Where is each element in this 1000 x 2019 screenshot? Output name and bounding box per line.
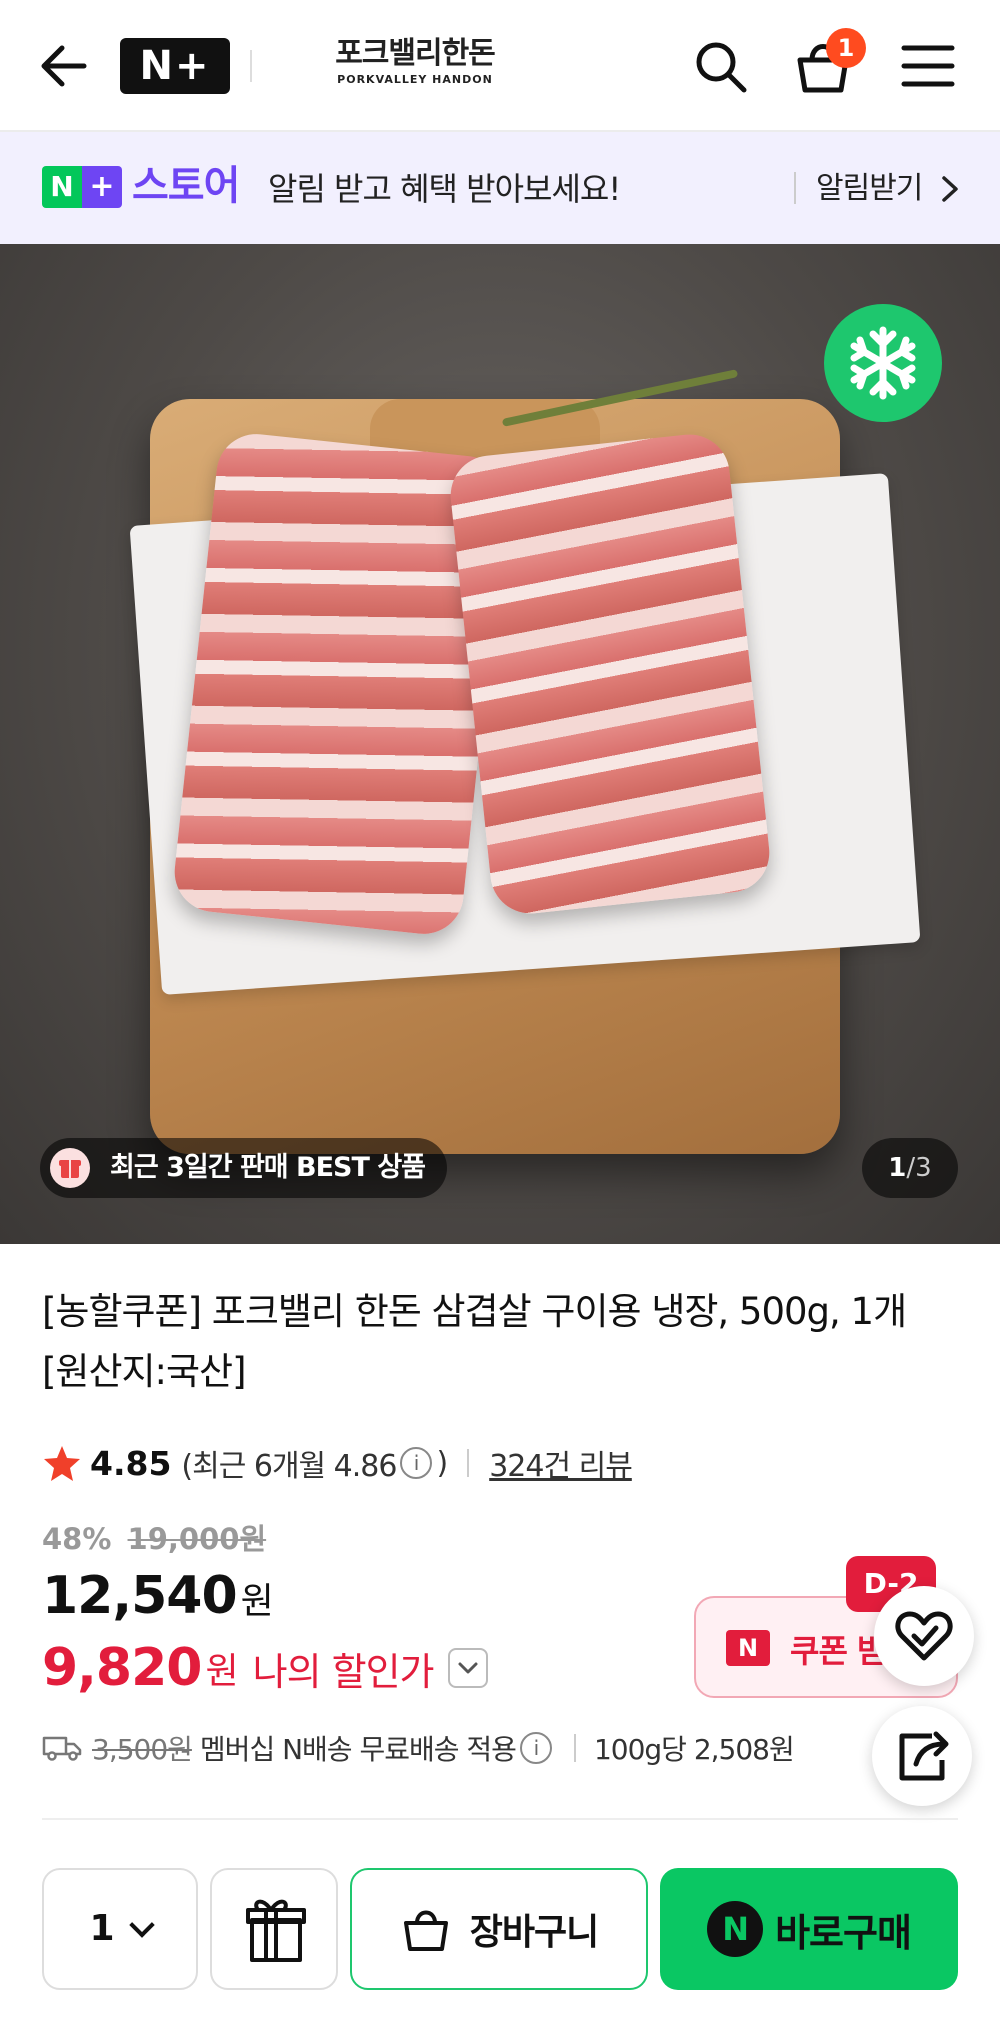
section-divider (42, 1818, 958, 1820)
pager-separator: / (906, 1153, 916, 1183)
chevron-right-icon (942, 176, 958, 202)
banner-divider (794, 172, 796, 204)
snowflake-icon (824, 304, 942, 422)
pager-current: 1 (888, 1153, 907, 1183)
free-shipping-text: 멤버십 N배송 무료배송 적용 (199, 1733, 517, 1766)
quantity-value: 1 (89, 1908, 115, 1949)
sale-price-unit: 원 (240, 1581, 274, 1622)
unit-price: 100g당 2,508원 (593, 1733, 795, 1766)
shipping-divider (573, 1734, 576, 1762)
info-icon[interactable]: i (519, 1732, 552, 1764)
brand-name: 포크밸리한돈 (335, 36, 496, 71)
star-icon (44, 1446, 80, 1481)
store-notification-banner[interactable]: N + 스토어 알림 받고 혜택 받아보세요! 알림받기 (0, 132, 1000, 244)
brand-logo[interactable]: 포크밸리한돈 PORKVALLEY HANDON (300, 36, 530, 96)
store-word: 스토어 (132, 163, 240, 209)
discount-rate: 48% (42, 1522, 112, 1556)
recent-rating: (최근 6개월 4.86 (181, 1449, 397, 1484)
naver-n-icon: N (726, 1630, 770, 1666)
search-icon[interactable] (690, 36, 750, 96)
truck-icon (42, 1736, 82, 1761)
reviews-link[interactable]: 324건 리뷰 (489, 1441, 633, 1485)
shipping-row: 3,500원 멤버십 N배송 무료배송 적용 i 100g당 2,508원 (42, 1728, 795, 1768)
buy-now-button[interactable]: N 바로구매 (660, 1868, 958, 1990)
recent-rating-close: ) (436, 1445, 448, 1481)
gift-button[interactable] (210, 1868, 338, 1990)
nplus-store-logo: N + (42, 166, 122, 208)
naver-pay-n-icon: N (707, 1901, 764, 1957)
hamburger-menu-icon[interactable] (900, 42, 956, 90)
nplus-logo[interactable]: N+ (120, 38, 230, 94)
original-price: 19,000원 (127, 1522, 267, 1556)
gift-icon (246, 1899, 306, 1962)
gift-badge-icon (50, 1148, 90, 1188)
pork-belly-slice (446, 430, 774, 918)
product-title: [농할쿠폰] 포크밸리 한돈 삼겹살 구이용 냉장, 500g, 1개 [원산지… (42, 1290, 907, 1393)
header-divider (250, 50, 252, 82)
image-pager: 1/3 (862, 1138, 958, 1198)
add-to-cart-button[interactable]: 장바구니 (350, 1868, 648, 1990)
bottom-action-bar: 1 장바구니 N 바로구매 (0, 1840, 1000, 2019)
logo-plus: + (82, 166, 122, 208)
buy-now-label: 바로구매 (775, 1910, 912, 1955)
product-image-carousel[interactable]: 최근 3일간 판매 BEST 상품 1/3 (0, 244, 1000, 1244)
share-icon (899, 1731, 949, 1781)
chevron-down-icon (128, 1912, 155, 1938)
brand-subtitle: PORKVALLEY HANDON (337, 73, 493, 86)
logo-n: N (42, 166, 82, 208)
sale-price-value: 12,540 (42, 1566, 238, 1626)
my-discount-price-row: 9,820 원 나의 할인가 (42, 1638, 488, 1698)
rating-divider (467, 1449, 470, 1477)
add-to-cart-label: 장바구니 (469, 1912, 599, 1953)
my-price-value: 9,820 (42, 1638, 202, 1698)
my-price-label: 나의 할인가 (252, 1649, 435, 1694)
banner-message: 알림 받고 혜택 받아보세요! (268, 170, 621, 208)
top-header: N+ 포크밸리한돈 PORKVALLEY HANDON 1 (0, 0, 1000, 132)
chevron-down-icon[interactable] (447, 1648, 488, 1688)
rating-value: 4.85 (90, 1443, 172, 1483)
coupon-label: 쿠폰 받 (790, 1632, 886, 1670)
info-icon[interactable]: i (400, 1447, 433, 1479)
shipping-fee: 3,500원 (92, 1733, 193, 1766)
rating-row: 4.85 (최근 6개월 4.86 i ) 324건 리뷰 (42, 1438, 633, 1488)
original-price-row: 48% 19,000원 (42, 1516, 266, 1558)
share-button[interactable] (872, 1706, 972, 1806)
sale-price: 12,540 원 (42, 1566, 274, 1626)
heart-check-icon (895, 1611, 953, 1661)
pager-total: 3 (915, 1153, 932, 1183)
best-seller-text: 최근 3일간 판매 BEST 상품 (110, 1152, 426, 1183)
best-seller-tag: 최근 3일간 판매 BEST 상품 (40, 1138, 447, 1198)
cart-count-badge: 1 (826, 28, 866, 68)
quantity-selector[interactable]: 1 (42, 1868, 198, 1990)
subscribe-alerts-link[interactable]: 알림받기 (816, 168, 923, 210)
wishlist-button[interactable] (874, 1586, 974, 1686)
shopping-bag-icon (403, 1910, 448, 1951)
my-price-unit: 원 (205, 1651, 239, 1692)
arrow-left-icon[interactable] (36, 36, 92, 96)
